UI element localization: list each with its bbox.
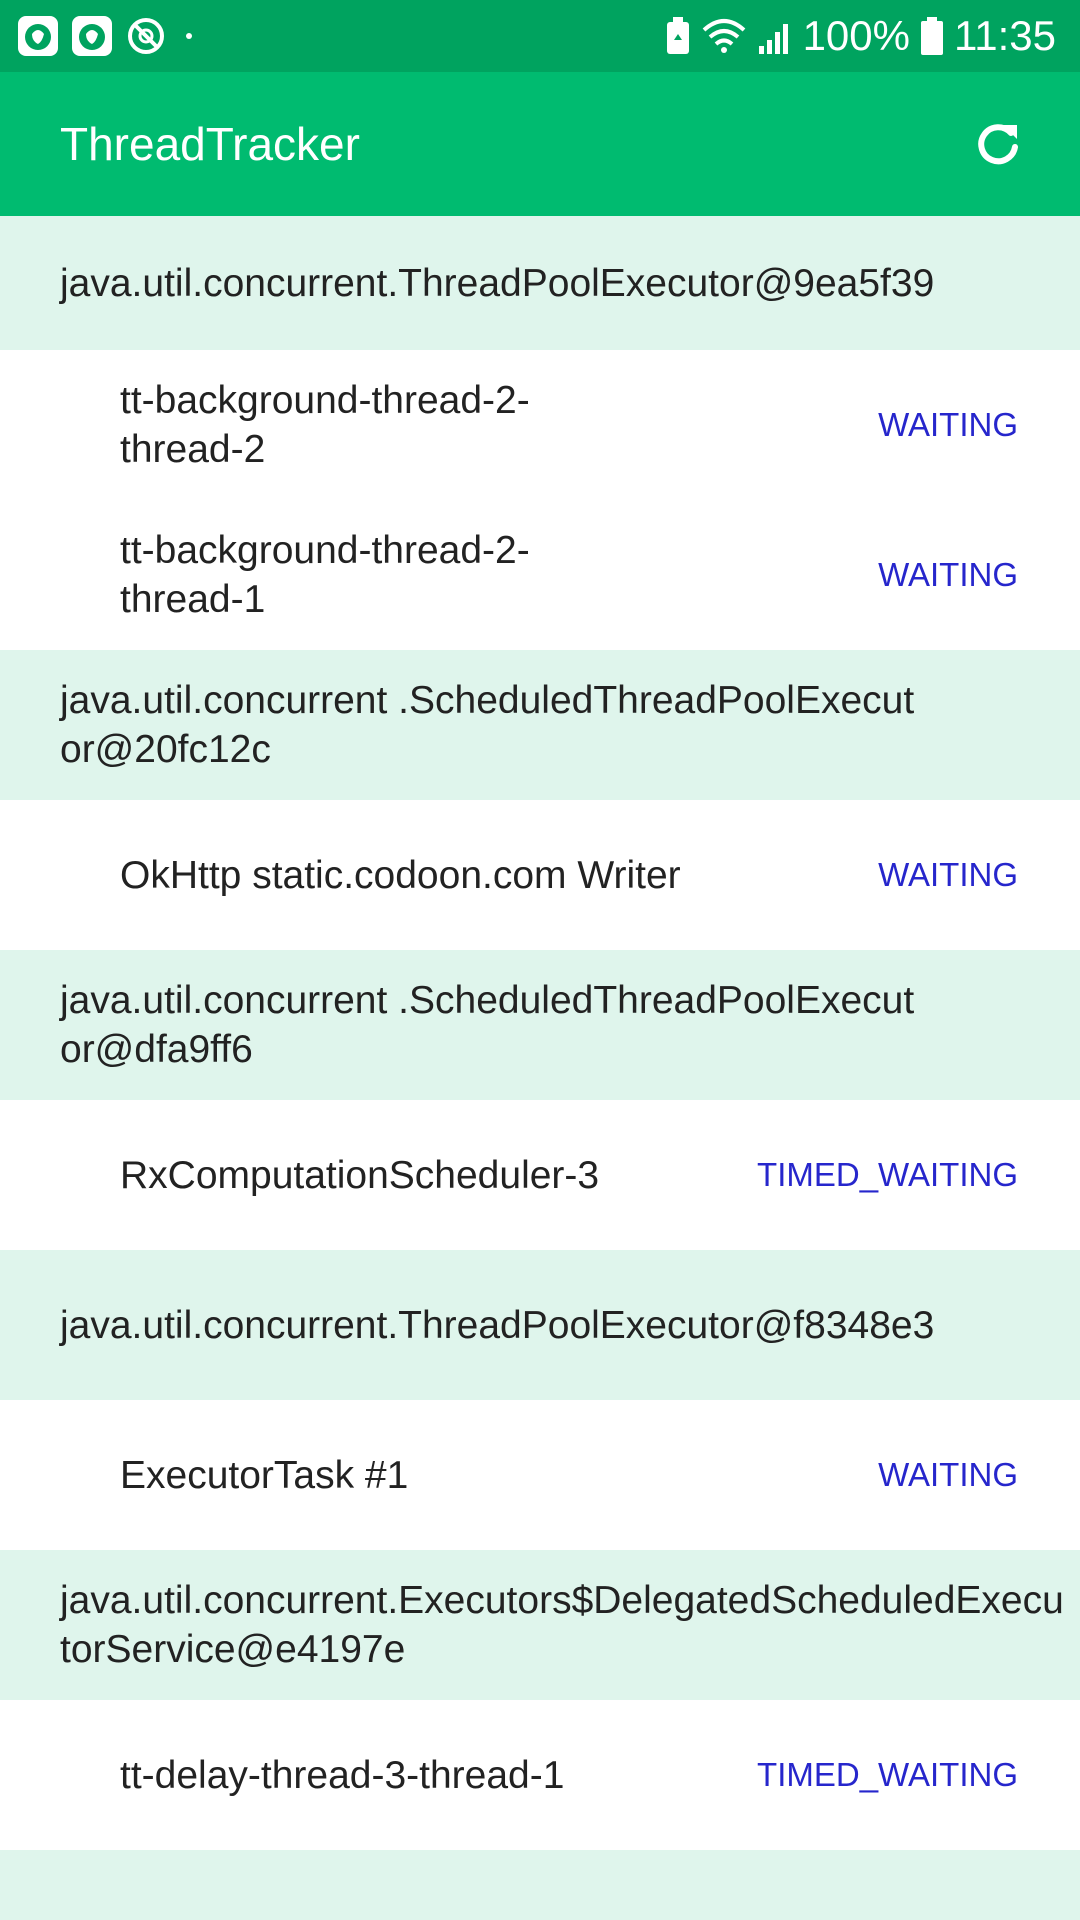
status-bar: 100% 11:35 [0, 0, 1080, 72]
group-header-label: java.util.concurrent .ScheduledThreadPoo… [60, 979, 915, 1071]
thread-row[interactable]: ExecutorTask #1 WAITING [0, 1400, 1080, 1550]
app-notification-icon [72, 16, 112, 56]
group-header[interactable]: java.util.concurrent .ScheduledThreadPoo… [0, 650, 1080, 800]
group-header[interactable]: java.util.concurrent.ThreadPoolExecutor@… [0, 1250, 1080, 1400]
app-notification-icon [18, 16, 58, 56]
thread-name: tt-background-thread-2-thread-2 [120, 379, 530, 471]
group-header[interactable]: java.util.concurrent.Executors$Delegated… [0, 1550, 1080, 1700]
refresh-icon [978, 124, 1018, 165]
group-header-label: java.util.concurrent .ScheduledThreadPoo… [60, 679, 915, 771]
thread-name: RxComputationScheduler-3 [120, 1153, 600, 1197]
app-bar: ThreadTracker [0, 72, 1080, 216]
group-header-label: java.util.concurrent.ThreadPoolExecutor@… [60, 261, 935, 305]
status-bar-notifications [18, 13, 192, 59]
group-header-label: java.util.concurrent.Executors$Delegated… [60, 1579, 1064, 1671]
thread-row[interactable]: RxComputationScheduler-3 TIMED_WAITING [0, 1100, 1080, 1250]
thread-state: WAITING [878, 1456, 1018, 1493]
wifi-icon [702, 19, 745, 53]
thread-state: WAITING [878, 406, 1018, 443]
thread-name: OkHttp static.codoon.com Writer [120, 853, 681, 897]
group-header[interactable]: java.util.concurrent.ThreadPoolExecutor@… [0, 1850, 1080, 1920]
status-bar-system: 100% 11:35 [665, 10, 1056, 62]
thread-list[interactable]: java.util.concurrent.ThreadPoolExecutor@… [0, 216, 1080, 1920]
group-header-label: java.util.concurrent.ThreadPoolExecutor@… [60, 1912, 923, 1920]
app-title: ThreadTracker [60, 118, 360, 170]
signal-icon [758, 24, 788, 54]
group-header[interactable]: java.util.concurrent.ThreadPoolExecutor@… [0, 216, 1080, 350]
thread-row[interactable]: tt-background-thread-2-thread-2 WAITING [0, 350, 1080, 500]
thread-state: WAITING [878, 556, 1018, 593]
thread-state: TIMED_WAITING [757, 1756, 1018, 1793]
group-header-label: java.util.concurrent.ThreadPoolExecutor@… [60, 1303, 935, 1347]
refresh-button[interactable] [970, 116, 1026, 172]
battery-icon [921, 17, 943, 55]
thread-state: TIMED_WAITING [757, 1156, 1018, 1193]
group-header[interactable]: java.util.concurrent .ScheduledThreadPoo… [0, 950, 1080, 1100]
battery-saver-icon [666, 17, 689, 54]
thread-state: WAITING [878, 856, 1018, 893]
dot-icon [186, 33, 192, 39]
thread-row[interactable]: tt-background-thread-2-thread-1 WAITING [0, 500, 1080, 650]
thread-name: tt-background-thread-2-thread-1 [120, 529, 530, 621]
thread-row[interactable]: OkHttp static.codoon.com Writer WAITING [0, 800, 1080, 950]
no-sync-icon [126, 16, 166, 56]
clock: 11:35 [954, 12, 1056, 59]
battery-percent: 100% [802, 12, 910, 59]
thread-name: ExecutorTask #1 [120, 1453, 409, 1497]
thread-name: tt-delay-thread-3-thread-1 [120, 1753, 565, 1797]
thread-row[interactable]: tt-delay-thread-3-thread-1 TIMED_WAITING [0, 1700, 1080, 1850]
